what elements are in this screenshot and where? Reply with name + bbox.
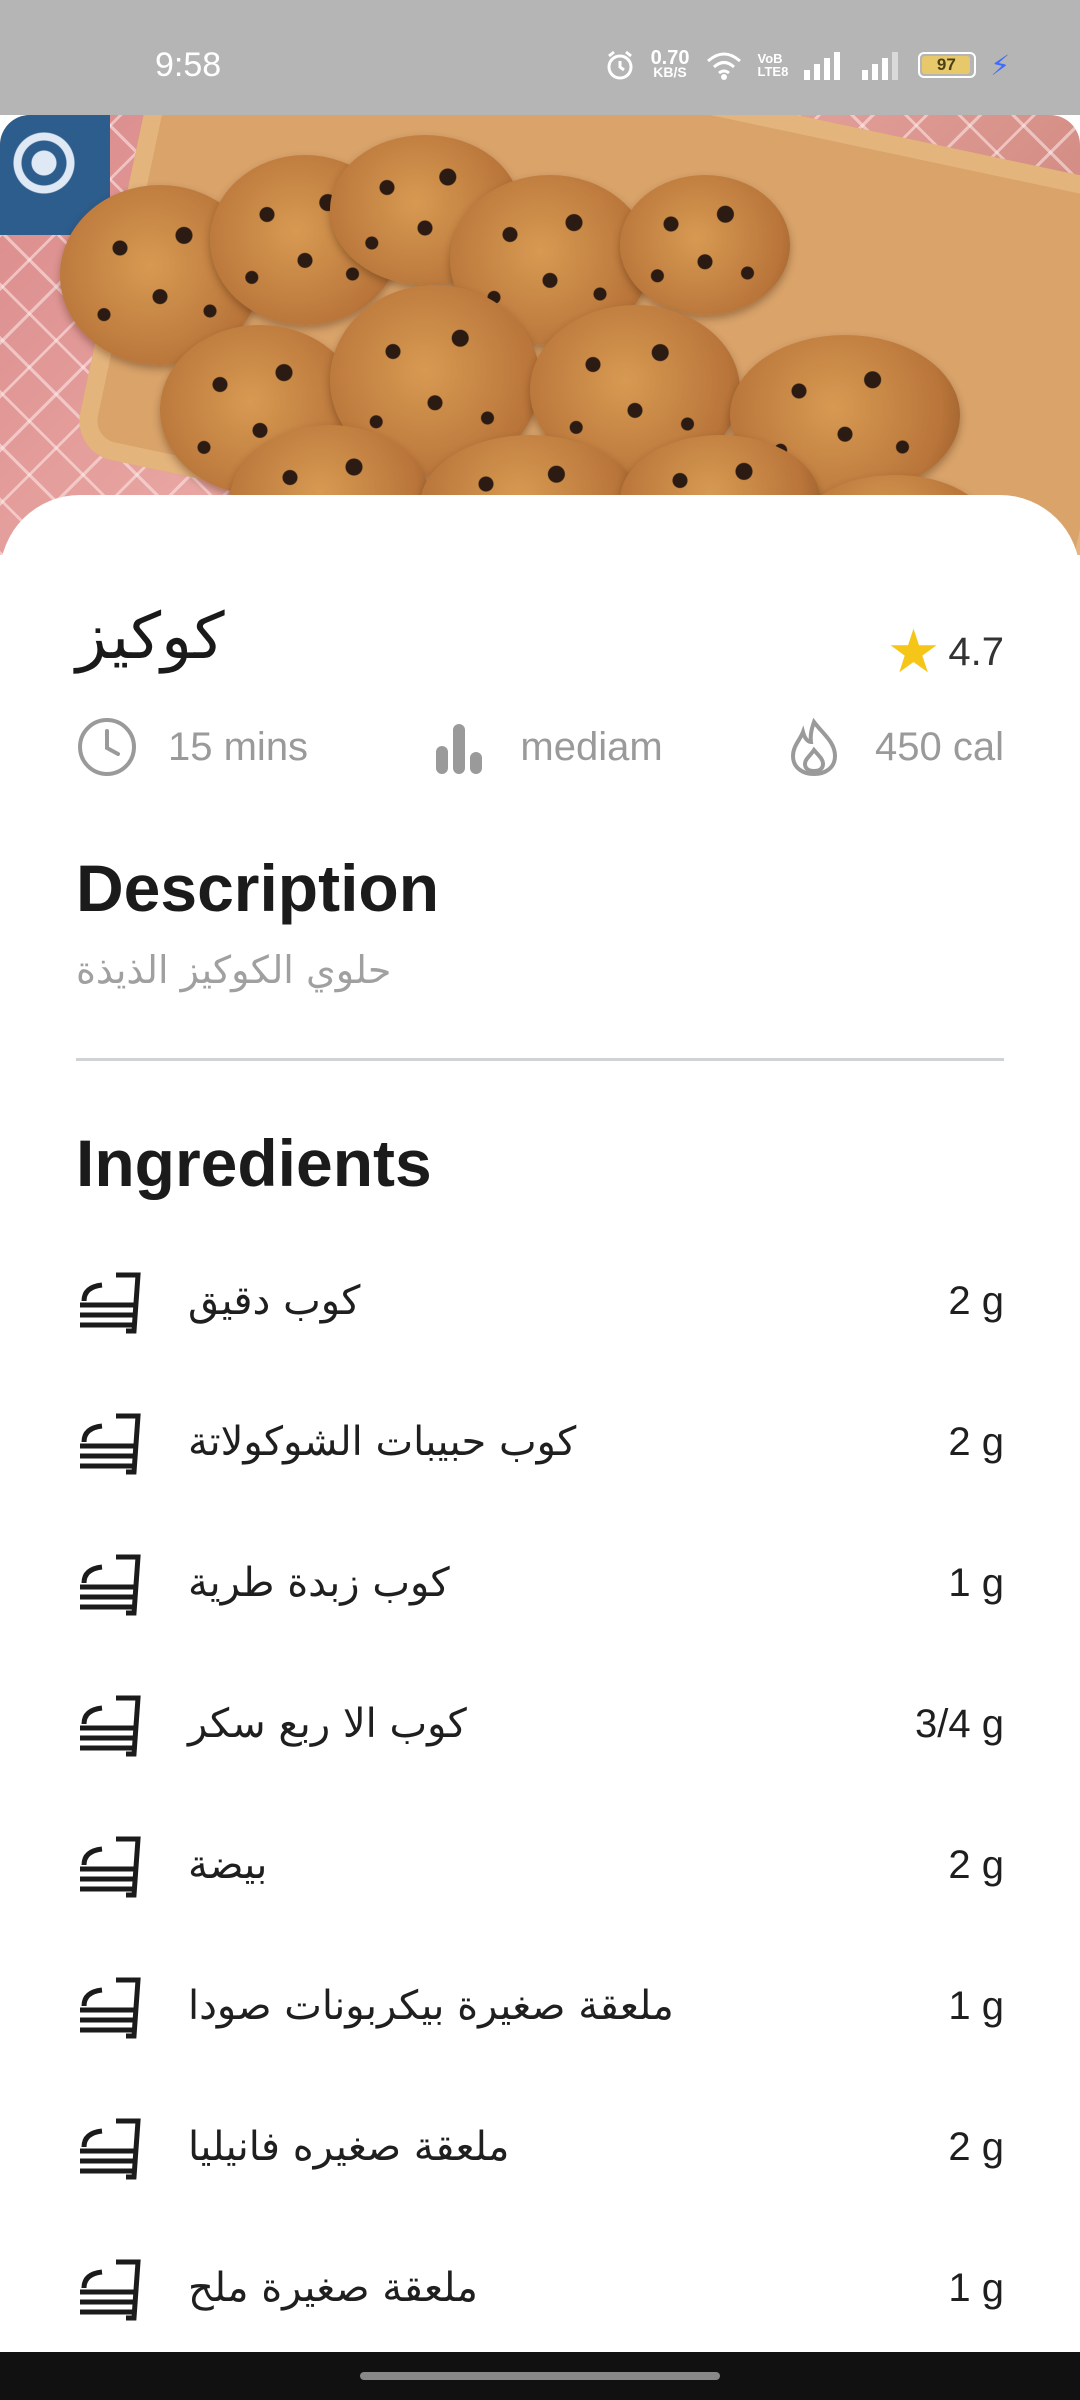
ingredient-row: ملعقة صغيرة بيكربونات صودا 1 g — [76, 1970, 1004, 2111]
ingredients-list: كوب دقيق 2 g كوب حبيبات الشوكولاتة 2 g ك… — [76, 1265, 1004, 2393]
bar-chart-icon — [428, 716, 490, 778]
ingredient-quantity: 2 g — [948, 1420, 1004, 1464]
description-heading: Description — [76, 851, 440, 925]
ingredient-name: ملعقة صغيرة ملح — [188, 2265, 478, 2311]
ingredient-quantity: 2 g — [948, 1279, 1004, 1323]
network-type: VoB LTE8 — [758, 52, 789, 78]
alarm-icon — [607, 50, 633, 80]
recipe-hero-image — [0, 115, 1080, 555]
rating-value: 4.7 — [948, 629, 1004, 674]
ingredients-heading: Ingredients — [76, 1126, 432, 1200]
battery-level: 97 — [922, 56, 971, 74]
ingredient-quantity: 3/4 g — [915, 1702, 1004, 1746]
description-text: حلوي الكوكيز الذيذة — [76, 948, 392, 992]
difficulty-label: mediam — [520, 724, 663, 769]
ingredient-name: كوب دقيق — [188, 1278, 361, 1324]
time-info: 15 mins — [76, 716, 308, 778]
ingredient-row: كوب حبيبات الشوكولاتة 2 g — [76, 1406, 1004, 1547]
wifi-icon — [706, 52, 741, 80]
charging-icon: ⚡ — [990, 48, 1010, 82]
ingredient-name: ملعقة صغيره فانيليا — [188, 2124, 510, 2170]
net-speed-value: 0.70 — [650, 47, 690, 69]
ingredient-row: ملعقة صغيره فانيليا 2 g — [76, 2111, 1004, 2252]
grocery-icon — [80, 1836, 141, 1898]
difficulty-info: mediam — [428, 716, 663, 778]
status-time: 9:58 — [155, 46, 222, 84]
ingredient-row: كوب الا ربع سكر 3/4 g — [76, 1688, 1004, 1829]
net-speed: 0.70 KB/S — [650, 47, 690, 80]
ingredient-name: كوب الا ربع سكر — [188, 1701, 467, 1747]
system-nav-bar — [0, 2352, 1080, 2400]
grocery-icon — [80, 1695, 141, 1757]
ingredient-quantity: 1 g — [948, 2266, 1004, 2310]
rating: ★ 4.7 — [887, 622, 1004, 682]
grocery-icon — [80, 1554, 141, 1616]
status-icons: 0.70 KB/S VoB LTE8 97 ⚡ — [603, 48, 1010, 82]
ingredient-quantity: 2 g — [948, 1843, 1004, 1887]
grocery-icon — [80, 1977, 141, 2039]
clock-icon — [76, 716, 138, 778]
net-speed-unit: KB/S — [653, 64, 687, 80]
ingredient-row: كوب زبدة طرية 1 g — [76, 1547, 1004, 1688]
ingredient-name: بيضة — [188, 1842, 268, 1888]
grocery-icon — [80, 2259, 141, 2321]
cookie — [620, 175, 790, 315]
grocery-icon — [80, 1272, 141, 1334]
home-gesture-handle[interactable] — [360, 2372, 720, 2380]
ingredient-row: كوب دقيق 2 g — [76, 1265, 1004, 1406]
time-label: 15 mins — [168, 724, 309, 769]
ingredient-quantity: 2 g — [948, 2125, 1004, 2169]
grocery-icon — [80, 2118, 141, 2180]
calories-label: 450 cal — [875, 724, 1004, 769]
calories-info: 450 cal — [783, 716, 1004, 778]
recipe-title: كوكيز — [76, 600, 225, 674]
ingredient-name: كوب زبدة طرية — [188, 1560, 450, 1606]
ingredient-name: كوب حبيبات الشوكولاتة — [188, 1419, 577, 1465]
signal-icon — [804, 52, 841, 80]
status-bar: 9:58 0.70 KB/S VoB LTE8 97 ⚡ — [0, 0, 1080, 115]
ingredient-row: بيضة 2 g — [76, 1829, 1004, 1970]
ingredient-quantity: 1 g — [948, 1984, 1004, 2028]
battery-icon: 97 — [918, 52, 977, 78]
signal-icon — [862, 52, 899, 80]
recipe-meta: 15 mins mediam 450 cal — [76, 712, 1004, 782]
divider — [76, 1058, 1004, 1061]
ingredient-quantity: 1 g — [948, 1561, 1004, 1605]
grocery-icon — [80, 1413, 141, 1475]
ingredient-name: ملعقة صغيرة بيكربونات صودا — [188, 1983, 674, 2029]
star-icon: ★ — [886, 617, 941, 687]
network-type-bottom: LTE8 — [757, 64, 789, 79]
flame-icon — [783, 716, 845, 778]
